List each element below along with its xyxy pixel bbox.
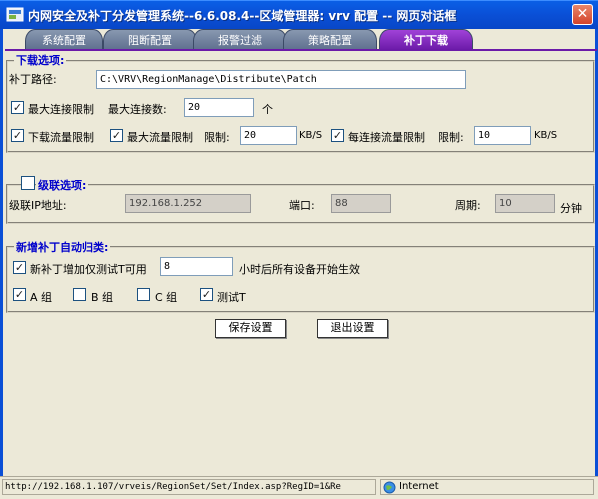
title-bar[interactable]: 内网安全及补丁分发管理系统--6.6.08.4--区域管理器: vrv 配置 -… [0,0,598,29]
cascade-ip-input[interactable]: 192.168.1.252 [125,194,251,213]
globe-icon [383,481,396,499]
test-only-label: 新补丁增加仅测试T可用 [30,263,147,276]
per-conn-flow-label: 限制: [438,131,464,144]
dialog-content: 系统配置 阻断配置 报警过滤 策略配置 补丁下载 下载选项: 补丁路径: C:\… [0,29,598,476]
patch-path-label: 补丁路径: [9,73,57,86]
max-flow-label: 限制: [204,131,230,144]
max-conn-check-label: 最大连接限制 [28,103,94,116]
test-only-checkbox[interactable]: ✓ [13,261,26,274]
group-t-checkbox[interactable]: ✓ [200,288,213,301]
tab-patch-download[interactable]: 补丁下载 [379,29,473,50]
max-flow-check-label: 最大流量限制 [127,131,193,144]
cascade-port-label: 端口: [289,199,315,212]
tab-policy-config[interactable]: 策略配置 [283,29,377,50]
max-flow-checkbox[interactable]: ✓ [110,129,123,142]
group-b-checkbox[interactable] [73,288,86,301]
tab-strip: 系统配置 阻断配置 报警过滤 策略配置 补丁下载 [5,29,597,51]
group-a-checkbox[interactable]: ✓ [13,288,26,301]
max-flow-input[interactable]: 20 [240,126,297,145]
cascade-period-label: 周期: [455,199,481,212]
group-b-label: B 组 [91,291,114,304]
cascade-options-legend: 级联选项: [36,177,89,193]
group-c-label: C 组 [155,291,178,304]
cascade-enable-checkbox[interactable] [21,176,35,190]
per-conn-flow-check-label: 每连接流量限制 [348,131,425,144]
cascade-period-input[interactable]: 10 [495,194,555,213]
max-flow-unit: KB/S [299,130,323,141]
security-zone: Internet [380,479,594,495]
per-conn-flow-unit: KB/S [534,130,558,141]
tab-block-config[interactable]: 阻断配置 [103,29,197,50]
status-bar: http://192.168.1.107/vrveis/RegionSet/Se… [0,476,598,497]
window-title: 内网安全及补丁分发管理系统--6.6.08.4--区域管理器: vrv 配置 -… [28,9,457,23]
cascade-period-unit: 分钟 [560,202,582,215]
auto-class-legend: 新增补丁自动归类: [14,239,111,255]
app-icon [6,6,24,24]
group-a-label: A 组 [30,291,53,304]
download-options-legend: 下载选项: [14,52,67,68]
group-t-label: 测试T [217,291,246,304]
max-conn-label: 最大连接数: [108,103,167,116]
save-settings-button[interactable]: 保存设置 [215,319,286,338]
per-conn-flow-input[interactable]: 10 [474,126,531,145]
tab-system-config[interactable]: 系统配置 [25,29,103,50]
cascade-port-input[interactable]: 88 [331,194,391,213]
max-conn-checkbox[interactable]: ✓ [11,101,24,114]
per-conn-flow-checkbox[interactable]: ✓ [331,129,344,142]
tab-underline [5,49,597,51]
max-conn-unit: 个 [262,103,273,116]
exit-settings-button[interactable]: 退出设置 [317,319,388,338]
close-button[interactable]: ✕ [572,4,593,25]
zone-label: Internet [399,481,439,492]
blank-area [3,339,595,476]
close-icon: ✕ [576,6,589,22]
status-url: http://192.168.1.107/vrveis/RegionSet/Se… [2,479,376,495]
max-conn-input[interactable]: 20 [184,98,254,117]
hours-suffix: 小时后所有设备开始生效 [239,263,360,276]
download-flow-checkbox[interactable]: ✓ [11,129,24,142]
tab-alarm-filter[interactable]: 报警过滤 [193,29,287,50]
cascade-ip-label: 级联IP地址: [9,199,67,212]
patch-path-input[interactable]: C:\VRV\RegionManage\Distribute\Patch [96,70,466,89]
hours-input[interactable]: 8 [160,257,233,276]
download-flow-label: 下载流量限制 [28,131,94,144]
group-c-checkbox[interactable] [137,288,150,301]
